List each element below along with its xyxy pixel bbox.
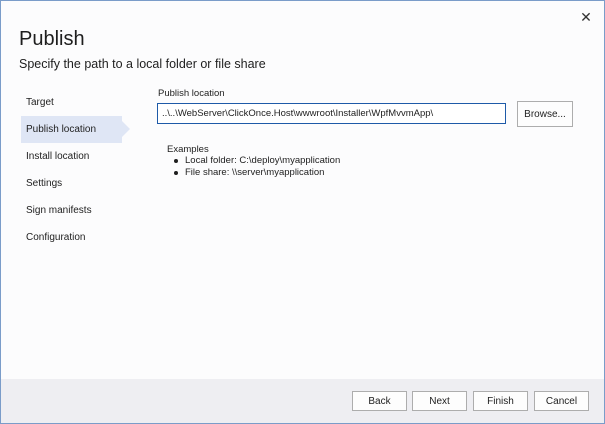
publish-location-label: Publish location bbox=[158, 88, 225, 99]
example-local-folder: Local folder: C:\deploy\myapplication bbox=[171, 155, 340, 167]
examples-heading: Examples bbox=[167, 144, 209, 155]
nav-item-sign-manifests[interactable]: Sign manifests bbox=[21, 197, 125, 224]
nav-item-configuration[interactable]: Configuration bbox=[21, 224, 125, 251]
dialog-footer: Back Next Finish Cancel bbox=[1, 379, 604, 423]
nav-item-publish-location[interactable]: Publish location bbox=[21, 116, 130, 143]
nav-item-target[interactable]: Target bbox=[21, 89, 125, 116]
finish-button[interactable]: Finish bbox=[473, 391, 528, 411]
nav-item-settings[interactable]: Settings bbox=[21, 170, 125, 197]
next-button[interactable]: Next bbox=[412, 391, 467, 411]
publish-dialog: ✕ Publish Specify the path to a local fo… bbox=[0, 0, 605, 424]
example-file-share: File share: \\server\myapplication bbox=[171, 167, 340, 179]
nav-item-install-location[interactable]: Install location bbox=[21, 143, 125, 170]
publish-location-input[interactable] bbox=[157, 103, 506, 124]
page-subtitle: Specify the path to a local folder or fi… bbox=[19, 57, 266, 71]
cancel-button[interactable]: Cancel bbox=[534, 391, 589, 411]
close-icon[interactable]: ✕ bbox=[578, 9, 594, 25]
examples-list: Local folder: C:\deploy\myapplication Fi… bbox=[171, 155, 340, 179]
browse-button[interactable]: Browse... bbox=[517, 101, 573, 127]
page-title: Publish bbox=[19, 28, 85, 50]
wizard-nav: Target Publish location Install location… bbox=[21, 89, 130, 251]
back-button[interactable]: Back bbox=[352, 391, 407, 411]
